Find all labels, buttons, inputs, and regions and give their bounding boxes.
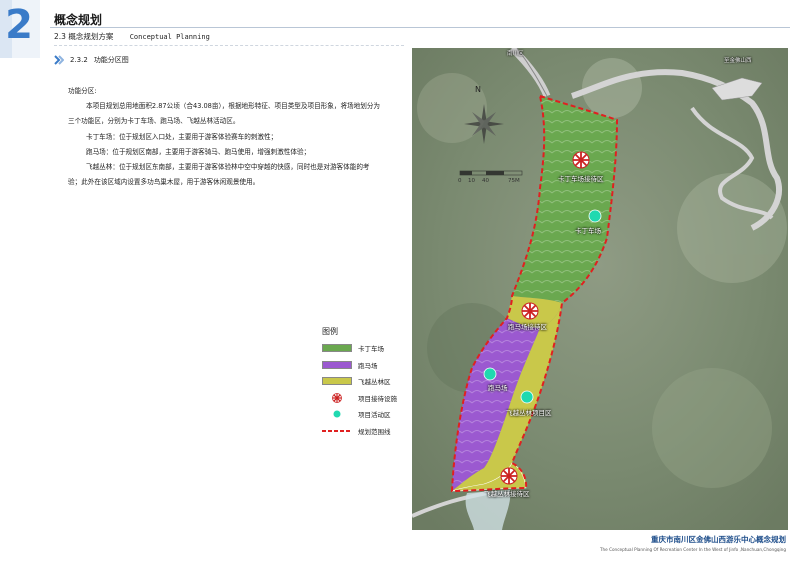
section-divider bbox=[54, 45, 404, 46]
horse-zone-swatch bbox=[322, 360, 352, 369]
legend-label: 卡丁车场 bbox=[358, 345, 384, 354]
compass-label: N bbox=[475, 85, 481, 94]
reception-icon bbox=[521, 302, 539, 320]
reception-icon bbox=[322, 392, 352, 403]
jungle-project-label: 飞越丛林项目区 bbox=[506, 409, 552, 417]
scale-tick: 75M bbox=[508, 178, 520, 184]
description-heading: 功能分区: bbox=[68, 87, 97, 95]
scale-tick: 0 bbox=[458, 178, 462, 184]
subsection-heading: 2.3.2 功能分区图 bbox=[54, 55, 129, 65]
chevron-right-icon bbox=[54, 55, 64, 65]
description-paragraph: 本项目规划总用地面积2.87公顷（合43.08亩），根据地形特征、项目类型及项目… bbox=[68, 102, 381, 126]
kart-zone-swatch bbox=[322, 344, 352, 353]
reception-icon bbox=[572, 151, 590, 169]
legend-label: 飞越丛林区 bbox=[358, 378, 391, 387]
legend-item: 项目接待设施 bbox=[322, 390, 422, 407]
reception-icon bbox=[500, 467, 518, 485]
section-title: 概念规划方案 bbox=[68, 32, 114, 41]
road-label: 南川区 bbox=[507, 51, 524, 57]
legend-item: 飞越丛林区 bbox=[322, 373, 422, 390]
site-plan-map: N 0 10 40 75M 南川区 至金佛山西 卡丁车场接待区 卡丁车场 跑马场… bbox=[411, 45, 788, 530]
legend-label: 规划范围线 bbox=[358, 427, 391, 436]
footer-subtitle: The Conceptual Planning Of Recreation Ce… bbox=[599, 547, 786, 552]
subsection-number: 2.3.2 bbox=[70, 56, 88, 64]
description-paragraph: 跑马场：位于规划区南部，主要用于游客骑马、跑马使用，增强刺激性体验； bbox=[86, 147, 311, 156]
jungle-zone-swatch bbox=[322, 377, 352, 386]
description-paragraph: 飞越丛林：位于规划区东南部，主要用于游客体验林中空中穿越的快感，同时也是对游客体… bbox=[68, 163, 370, 187]
boundary-line-icon bbox=[322, 426, 352, 436]
legend-label: 项目活动区 bbox=[358, 411, 391, 420]
legend-item: 跑马场 bbox=[322, 357, 422, 374]
chapter-number: 2 bbox=[5, 2, 33, 48]
chapter-title: 概念规划 bbox=[54, 13, 103, 27]
horse-reception-label: 跑马场接待区 bbox=[508, 323, 547, 331]
activity-icon bbox=[520, 390, 534, 404]
road-label: 至金佛山西 bbox=[724, 58, 752, 64]
footer-title: 重庆市南川区金佛山西游乐中心概念规划 bbox=[651, 535, 786, 544]
description-text: 功能分区: 本项目规划总用地面积2.87公顷（合43.08亩），根据地形特征、项… bbox=[68, 84, 380, 190]
section-number: 2.3 bbox=[54, 32, 66, 41]
section-heading: 2.3 概念规划方案 Conceptual Planning bbox=[54, 31, 210, 42]
horse-track-label: 跑马场 bbox=[488, 384, 508, 392]
scale-tick: 40 bbox=[482, 178, 489, 184]
subsection-title: 功能分区图 bbox=[93, 56, 129, 64]
description-paragraph: 卡丁车场：位于规划区入口处，主要用于游客体验赛车的刺激性； bbox=[86, 132, 278, 141]
legend-label: 项目接待设施 bbox=[358, 394, 397, 403]
legend-title: 图例 bbox=[322, 327, 338, 336]
kart-reception-label: 卡丁车场接待区 bbox=[558, 175, 604, 183]
activity-icon bbox=[483, 367, 497, 381]
activity-icon bbox=[588, 209, 602, 223]
legend-item: 规划范围线 bbox=[322, 423, 422, 440]
map-legend: 图例 卡丁车场 跑马场 飞越丛林区 项目接待设施 项目活动区 规划范围线 bbox=[322, 326, 422, 439]
legend-item: 项目活动区 bbox=[322, 406, 422, 423]
chapter-number-badge: 2 bbox=[0, 0, 40, 58]
header-divider bbox=[50, 27, 790, 28]
legend-label: 跑马场 bbox=[358, 361, 378, 370]
scale-tick: 10 bbox=[468, 178, 475, 184]
legend-item: 卡丁车场 bbox=[322, 340, 422, 357]
kart-track-label: 卡丁车场 bbox=[575, 227, 601, 235]
document-footer: 重庆市南川区金佛山西游乐中心概念规划 The Conceptual Planni… bbox=[600, 534, 786, 552]
jungle-reception-label: 飞越丛林接待区 bbox=[484, 490, 530, 498]
activity-icon bbox=[322, 409, 352, 419]
section-title-en: Conceptual Planning bbox=[129, 33, 210, 41]
